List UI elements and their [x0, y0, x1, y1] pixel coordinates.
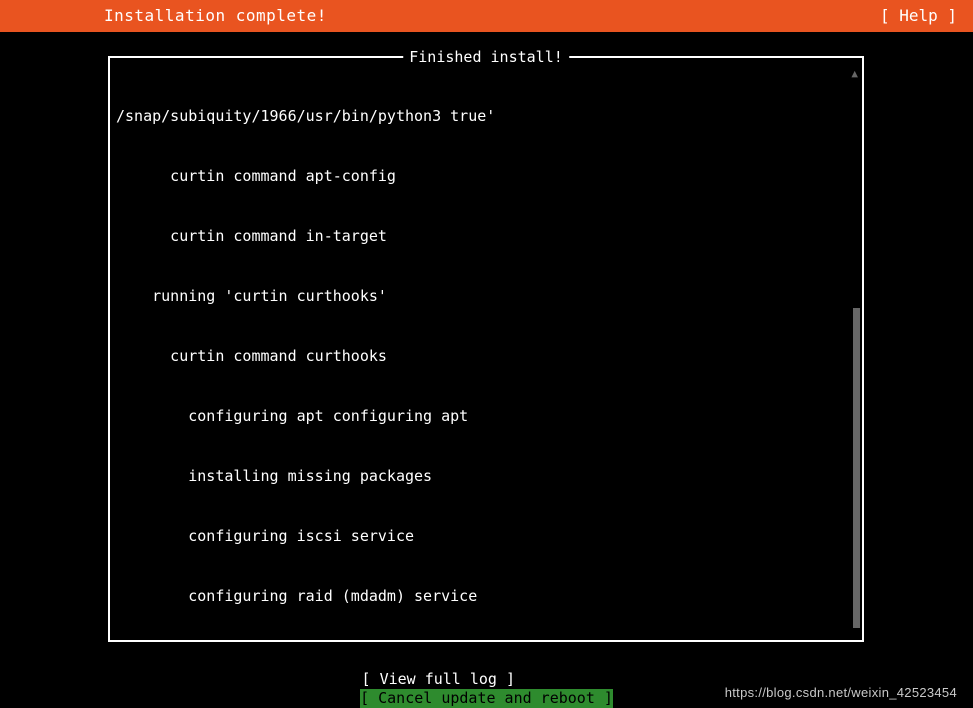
log-line: curtin command curthooks — [116, 346, 848, 366]
log-panel: Finished install! ▲ /snap/subiquity/1966… — [108, 56, 864, 642]
help-button[interactable]: [ Help ] — [880, 0, 957, 32]
log-output: /snap/subiquity/1966/usr/bin/python3 tru… — [116, 66, 848, 636]
log-line: running 'curtin curthooks' — [116, 286, 848, 306]
log-line: installing missing packages — [116, 466, 848, 486]
bracket-close: ] — [497, 670, 515, 688]
watermark: https://blog.csdn.net/weixin_42523454 — [725, 685, 957, 700]
bracket-close: ] — [595, 689, 613, 707]
installer-screen: Installation complete! [ Help ] Finished… — [0, 0, 973, 708]
scroll-up-icon[interactable]: ▲ — [851, 64, 858, 84]
cancel-update-reboot-button[interactable]: [ Cancel update and reboot ] — [360, 689, 613, 708]
log-line: configuring raid (mdadm) service — [116, 586, 848, 606]
view-full-log-button[interactable]: [ View full log ] — [362, 670, 612, 689]
header-bar: Installation complete! [ Help ] — [0, 0, 973, 32]
bracket-open: [ — [362, 670, 380, 688]
bracket-open: [ — [360, 689, 378, 707]
log-line: curtin command in-target — [116, 226, 848, 246]
page-title: Installation complete! — [104, 0, 327, 32]
panel-title: Finished install! — [403, 47, 569, 67]
log-line: /snap/subiquity/1966/usr/bin/python3 tru… — [116, 106, 848, 126]
button-label: View full log — [380, 670, 497, 689]
log-line: configuring apt configuring apt — [116, 406, 848, 426]
button-label: Cancel update and reboot — [378, 689, 595, 708]
log-line: configuring iscsi service — [116, 526, 848, 546]
scrollbar[interactable] — [853, 308, 860, 628]
log-line: curtin command apt-config — [116, 166, 848, 186]
